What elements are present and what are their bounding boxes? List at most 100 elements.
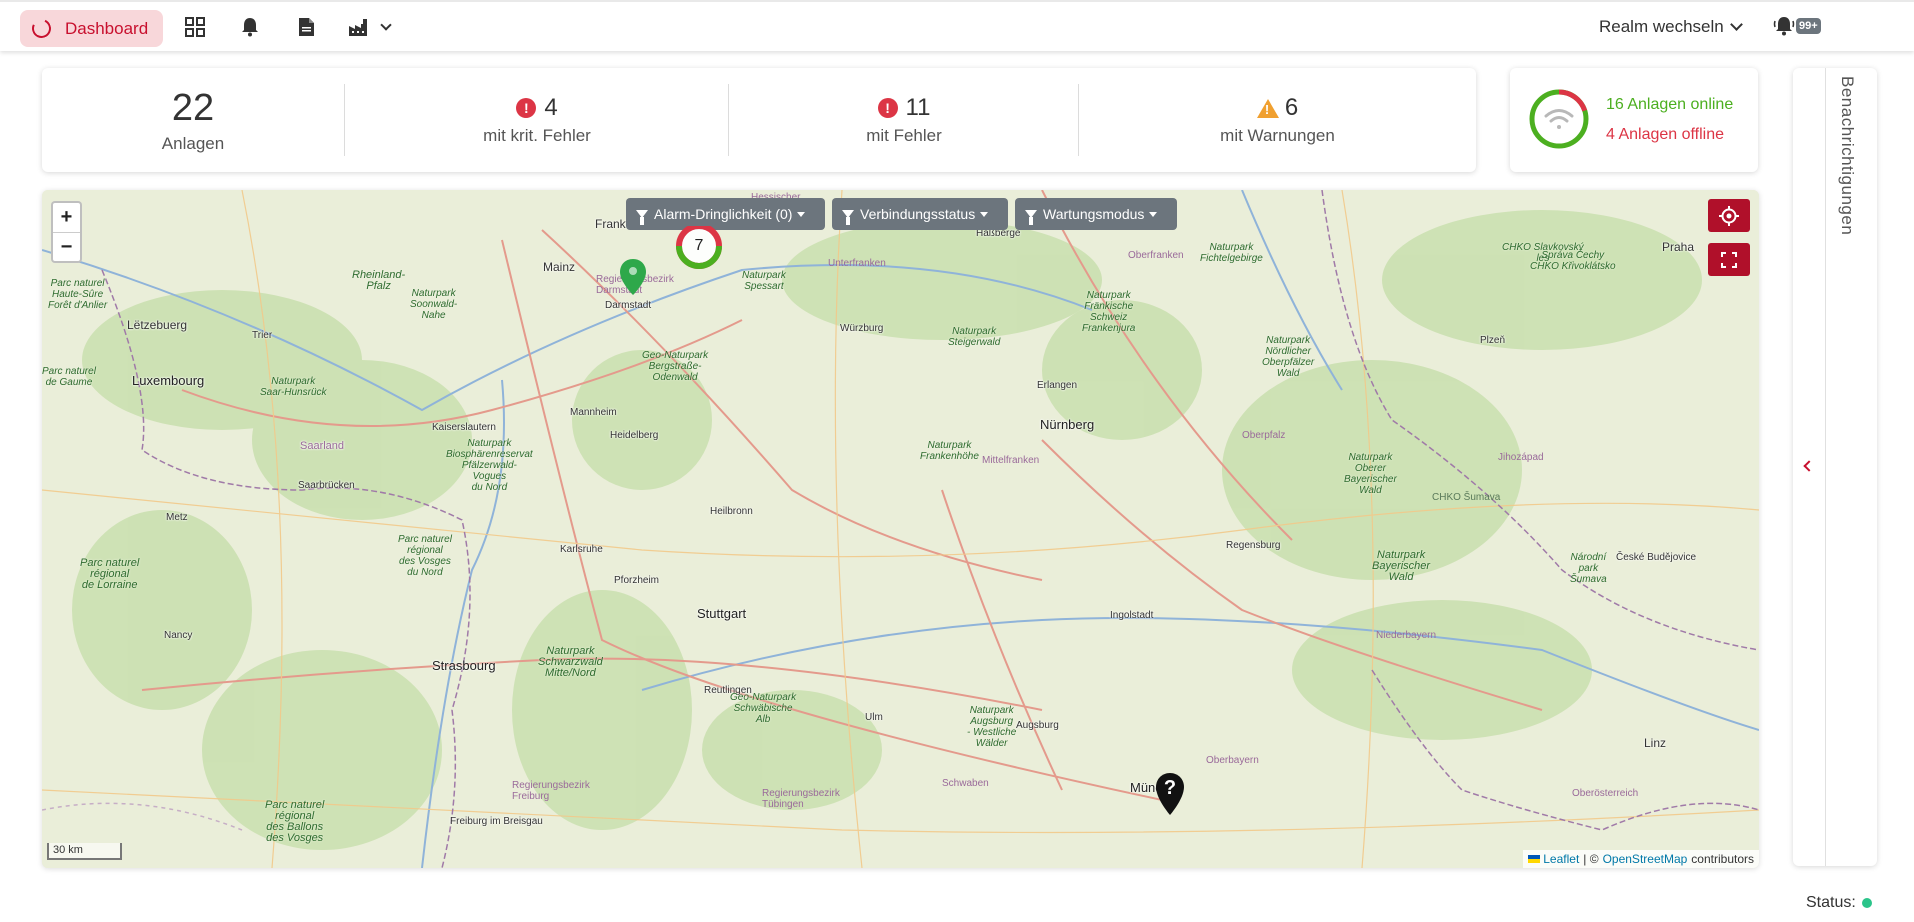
map-label: Saarbrücken xyxy=(298,480,355,491)
map-label: Pforzheim xyxy=(614,575,660,586)
chevron-down-icon[interactable] xyxy=(375,16,397,38)
leaflet-link[interactable]: Leaflet xyxy=(1543,852,1579,866)
plants-count: 22 xyxy=(171,86,215,129)
map-label: Naturpark Schwarzwald Mitte/Nord xyxy=(538,645,603,679)
map-label: Naturpark Bayerischer Wald xyxy=(1372,549,1431,583)
stat-warnings[interactable]: ! 6 mit Warnungen xyxy=(1079,68,1476,172)
svg-text:?: ? xyxy=(1164,777,1176,799)
connection-status-filter[interactable]: Verbindungsstatus xyxy=(832,198,1008,230)
attribution-suffix: contributors xyxy=(1691,852,1754,866)
map-label: Naturpark Oberer Bayerischer Wald xyxy=(1344,452,1397,496)
offline-count-label[interactable]: 4 Anlagen offline xyxy=(1606,120,1733,150)
realm-label: Realm wechseln xyxy=(1599,17,1724,36)
map-label: Naturpark Biosphärenreservat Pfälzerwald… xyxy=(446,438,533,493)
plant-stats-card: 22 Anlagen ! 4 mit krit. Fehler ! 11 mit F… xyxy=(42,68,1476,172)
osm-link[interactable]: OpenStreetMap xyxy=(1603,852,1688,866)
map-label: Strasbourg xyxy=(432,658,496,673)
map-label: Parc naturel régional des Ballons des Vo… xyxy=(265,799,325,844)
online-count-label[interactable]: 16 Anlagen online xyxy=(1606,90,1733,120)
critical-error-icon: ! xyxy=(516,98,537,118)
top-navbar: Dashboard Realm wechseln 99+ xyxy=(0,0,1914,51)
map-label: Trier xyxy=(252,330,273,341)
map-label: Würzburg xyxy=(840,323,884,334)
map-label: Naturpark Saar-Hunsrück xyxy=(260,376,327,398)
map-label: Geo-Naturpark Schwäbische Alb xyxy=(730,692,797,725)
stat-plants[interactable]: 22 Anlagen xyxy=(42,68,344,172)
error-count: 11 xyxy=(905,94,931,121)
divider xyxy=(1825,68,1826,866)
filter-icon xyxy=(842,210,854,225)
map-label: Naturpark Nördlicher Oberpfälzer Wald xyxy=(1262,335,1315,379)
chevron-left-icon xyxy=(1803,460,1815,472)
error-label: mit Fehler xyxy=(866,126,942,145)
alarm-urgency-filter[interactable]: Alarm-Dringlichkeit (0) xyxy=(626,198,825,230)
map-label: Naturpark Frankenhöhe xyxy=(920,440,979,462)
map-label: Unterfranken xyxy=(828,258,886,269)
map-label: Saarland xyxy=(300,440,345,452)
map-label: Heidelberg xyxy=(610,430,659,441)
filter-icon xyxy=(636,210,648,225)
stat-critical[interactable]: ! 4 mit krit. Fehler xyxy=(345,68,729,172)
dashboard-ring-icon xyxy=(29,16,54,41)
notifications-title[interactable]: Benachrichtigungen xyxy=(1837,76,1857,235)
wifi-icon xyxy=(1544,109,1574,129)
map-label: Praha xyxy=(1662,240,1695,254)
zoom-out-button[interactable]: − xyxy=(53,232,80,261)
maintenance-filter-label: Wartungsmodus xyxy=(1043,206,1145,222)
crosshair-icon xyxy=(1719,205,1739,226)
map-label: Ulm xyxy=(865,712,883,723)
map-label: Mittelfranken xyxy=(982,455,1040,466)
map-attribution: Leaflet | © OpenStreetMap contributors xyxy=(1523,850,1759,868)
plants-map[interactable]: Frankfurt am Main Mainz Darmstadt Würzbu… xyxy=(42,190,1759,868)
map-label: Niederbayern xyxy=(1376,630,1437,641)
map-label: Luxembourg xyxy=(132,373,205,388)
map-label: Naturpark Spessart xyxy=(742,270,786,292)
map-label: Rheinland- Pfalz xyxy=(352,269,406,292)
alarm-filter-label: Alarm-Dringlichkeit (0) xyxy=(654,206,793,222)
critical-label: mit krit. Fehler xyxy=(483,126,591,145)
map-label: Oberbayern xyxy=(1206,755,1259,766)
maintenance-mode-filter[interactable]: Wartungsmodus xyxy=(1015,198,1177,230)
map-label: Ingolstadt xyxy=(1110,610,1154,621)
map-label: Nürnberg xyxy=(1040,417,1095,432)
map-label: Naturpark Steigerwald xyxy=(948,326,1001,348)
filter-icon xyxy=(1025,210,1037,225)
plant-marker-online[interactable] xyxy=(619,258,647,301)
plant-cluster-marker[interactable]: 7 xyxy=(674,223,724,276)
plants-label: Anlagen xyxy=(161,133,225,153)
document-icon[interactable] xyxy=(295,16,317,38)
zoom-in-button[interactable]: + xyxy=(53,203,80,232)
map-label: Augsburg xyxy=(1016,720,1059,731)
question-pin-icon: ? xyxy=(1156,773,1184,815)
stat-errors[interactable]: ! 11 mit Fehler xyxy=(729,68,1079,172)
bell-ring-icon xyxy=(1773,17,1795,36)
map-label: Národní park Šumava xyxy=(1570,552,1607,585)
locate-button[interactable] xyxy=(1708,199,1750,232)
realm-switch-dropdown[interactable]: Realm wechseln xyxy=(1599,17,1743,37)
caret-down-icon xyxy=(980,211,989,217)
notifications-sidebar: Benachrichtigungen xyxy=(1793,68,1877,866)
bell-icon[interactable] xyxy=(239,16,261,38)
critical-count: 4 xyxy=(544,94,558,121)
grid-icon[interactable] xyxy=(184,16,206,38)
map-label: Freiburg im Breisgau xyxy=(450,816,543,827)
alert-bell-button[interactable]: 99+ xyxy=(1773,16,1821,36)
connection-filter-label: Verbindungsstatus xyxy=(860,206,976,222)
map-label: Parc naturel régional des Vosges du Nord xyxy=(398,534,452,578)
cluster-count: 7 xyxy=(694,237,704,254)
status-label: Status: xyxy=(1806,894,1856,911)
dashboard-button[interactable]: Dashboard xyxy=(20,10,163,47)
plant-marker-unknown[interactable]: ? xyxy=(1155,772,1185,821)
expand-notifications-button[interactable] xyxy=(1801,458,1817,474)
map-label: Plzeň xyxy=(1480,335,1506,346)
map-label: Lëtzebuerg xyxy=(127,318,188,332)
map-label: Mannheim xyxy=(570,407,617,418)
map-label: Stuttgart xyxy=(697,606,747,621)
chevron-down-icon xyxy=(1729,18,1743,31)
fullscreen-button[interactable] xyxy=(1708,243,1750,276)
map-label: Geo-Naturpark Bergstraße- Odenwald xyxy=(642,350,709,383)
factory-icon[interactable] xyxy=(348,16,370,38)
map-label: Oberösterreich xyxy=(1572,788,1639,799)
map-label: Naturpark Fränkische Schweiz Frankenjura xyxy=(1082,290,1136,334)
map-label: Karlsruhe xyxy=(560,544,603,555)
